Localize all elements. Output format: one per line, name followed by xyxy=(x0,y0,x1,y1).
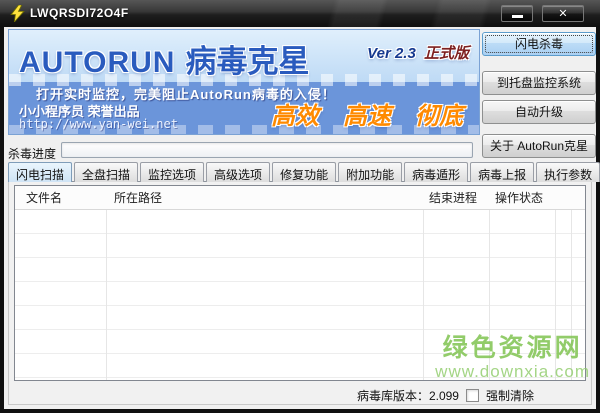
tab-advanced-options[interactable]: 高级选项 xyxy=(206,162,271,182)
edition-label: 正式版 xyxy=(423,45,469,62)
logo-text-cn: 病毒克星 xyxy=(185,44,310,79)
column-header-filename[interactable]: 文件名 xyxy=(15,186,106,209)
table-row xyxy=(15,258,585,282)
table-row xyxy=(15,330,585,354)
column-header-status[interactable]: 操作状态 xyxy=(489,186,555,209)
force-clean-checkbox[interactable] xyxy=(465,388,479,402)
scan-progress-bar xyxy=(61,142,473,158)
column-header-kill-process[interactable]: 结束进程 xyxy=(423,186,489,209)
slogan: 高速 xyxy=(343,103,391,130)
table-header: 文件名 所在路径 结束进程 操作状态 xyxy=(15,186,585,210)
column-header-path[interactable]: 所在路径 xyxy=(106,186,423,209)
app-logo: AUTORUN 病毒克星 xyxy=(19,36,309,81)
window-title: LWQRSDI72O4F xyxy=(30,6,129,20)
close-button[interactable]: ✕ xyxy=(542,5,584,22)
column-divider xyxy=(555,186,556,380)
slogan: 彻底 xyxy=(415,103,463,130)
titlebar: LWQRSDI72O4F ✕ xyxy=(0,0,600,27)
minimize-button[interactable] xyxy=(501,5,533,22)
column-divider xyxy=(571,186,572,380)
lightning-icon xyxy=(10,4,25,24)
version-label: Ver 2.3 正式版 xyxy=(367,42,469,63)
table-row xyxy=(15,234,585,258)
table-row xyxy=(15,354,585,378)
tab-strip: 闪电扫描 全盘扫描 监控选项 高级选项 修复功能 附加功能 病毒遁形 病毒上报 … xyxy=(8,162,600,182)
table-row xyxy=(15,210,585,234)
minimize-icon xyxy=(512,15,523,18)
table-row xyxy=(15,306,585,330)
column-divider xyxy=(106,186,107,380)
tab-virus-stealth[interactable]: 病毒遁形 xyxy=(404,162,469,182)
flash-scan-button[interactable]: 闪电杀毒 xyxy=(482,32,596,56)
column-divider xyxy=(423,186,424,380)
tab-virus-report[interactable]: 病毒上报 xyxy=(470,162,535,182)
website-link[interactable]: http://www.yan-wei.net xyxy=(19,117,178,131)
app-window: LWQRSDI72O4F ✕ AUTORUN 病毒克星 Ver 2.3 正式版 … xyxy=(0,0,600,413)
tab-repair[interactable]: 修复功能 xyxy=(272,162,337,182)
slogan-group: 高效 高速 彻底 xyxy=(271,96,463,131)
tab-full-scan[interactable]: 全盘扫描 xyxy=(74,162,139,182)
close-icon: ✕ xyxy=(558,8,568,20)
progress-label: 杀毒进度 xyxy=(8,147,57,161)
virus-db-version-label: 病毒库版本：2.099 xyxy=(356,388,459,403)
tab-monitor-options[interactable]: 监控选项 xyxy=(140,162,205,182)
force-clean-label[interactable]: 强制清除 xyxy=(486,387,534,404)
tab-extra-functions[interactable]: 附加功能 xyxy=(338,162,403,182)
version-number: Ver 2.3 xyxy=(367,45,416,62)
slogan: 高效 xyxy=(271,103,319,130)
column-divider xyxy=(489,186,490,380)
statusbar: 病毒库版本：2.099 强制清除 xyxy=(8,384,592,406)
client-area: AUTORUN 病毒克星 Ver 2.3 正式版 打开实时监控，完美阻止Auto… xyxy=(4,27,600,409)
auto-update-button[interactable]: 自动升级 xyxy=(482,100,596,124)
about-button[interactable]: 关于 AutoRun克星 xyxy=(482,134,596,158)
tab-exec-params[interactable]: 执行参数 xyxy=(536,162,600,182)
table-row xyxy=(15,282,585,306)
tray-monitor-button[interactable]: 到托盘监控系统 xyxy=(482,71,596,95)
banner: AUTORUN 病毒克星 Ver 2.3 正式版 打开实时监控，完美阻止Auto… xyxy=(8,29,480,135)
logo-text-en: AUTORUN xyxy=(19,46,176,79)
scan-result-table: 文件名 所在路径 结束进程 操作状态 xyxy=(14,185,586,381)
tab-flash-scan[interactable]: 闪电扫描 xyxy=(8,162,73,182)
